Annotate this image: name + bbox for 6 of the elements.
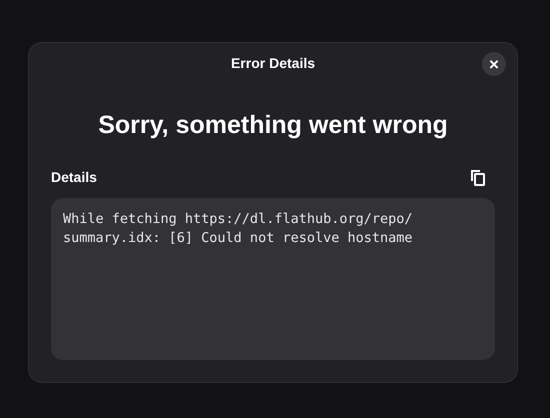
details-label: Details (51, 169, 97, 185)
close-button[interactable]: × (482, 52, 506, 76)
dialog-title: Error Details (230, 55, 316, 71)
error-heading: Sorry, something went wrong (97, 111, 449, 140)
error-message: While fetching https://dl.flathub.org/repo/ summary.idx: [6] Could not resolve hostname (63, 210, 414, 248)
copy-icon[interactable] (469, 168, 487, 186)
